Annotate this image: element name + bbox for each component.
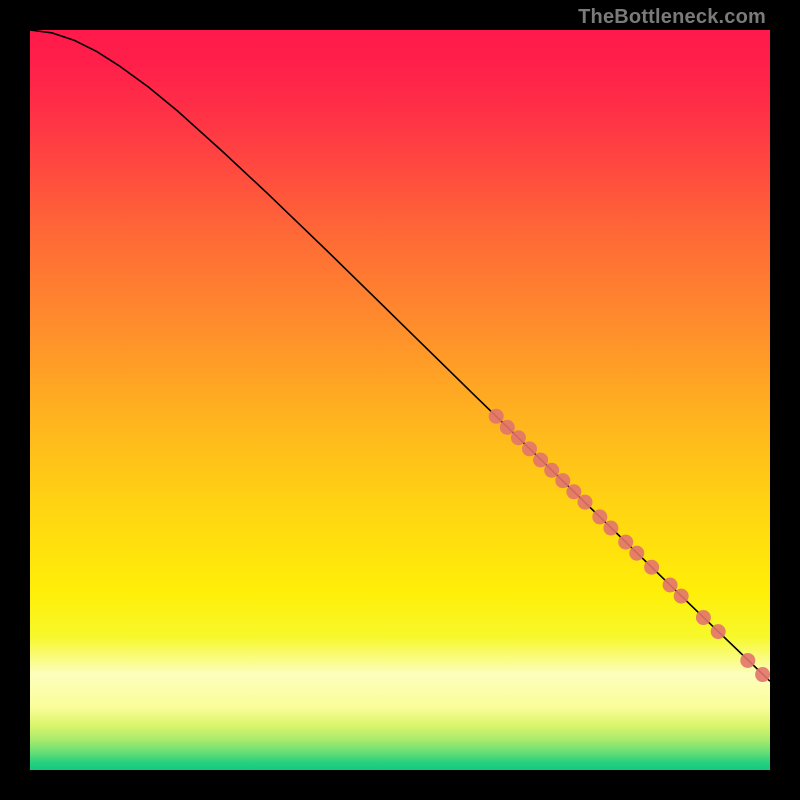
chart-marker — [522, 441, 537, 456]
chart-marker — [674, 589, 689, 604]
chart-marker — [663, 578, 678, 593]
watermark-text: TheBottleneck.com — [578, 6, 766, 29]
chart-marker — [711, 624, 726, 639]
chart-marker — [578, 495, 593, 510]
chart-marker — [566, 484, 581, 499]
chart-marker — [696, 610, 711, 625]
chart-marker — [489, 409, 504, 424]
chart-marker — [555, 473, 570, 488]
chart-marker — [533, 452, 548, 467]
chart-plot-area — [30, 30, 770, 770]
chart-marker — [603, 521, 618, 536]
chart-background — [30, 30, 770, 770]
chart-marker — [544, 463, 559, 478]
chart-marker — [755, 667, 770, 682]
chart-marker — [618, 535, 633, 550]
chart-stage: TheBottleneck.com — [0, 0, 800, 800]
chart-marker — [740, 653, 755, 668]
chart-marker — [500, 420, 515, 435]
chart-svg — [30, 30, 770, 770]
chart-marker — [644, 560, 659, 575]
chart-marker — [511, 430, 526, 445]
chart-marker — [592, 509, 607, 524]
chart-marker — [629, 546, 644, 561]
